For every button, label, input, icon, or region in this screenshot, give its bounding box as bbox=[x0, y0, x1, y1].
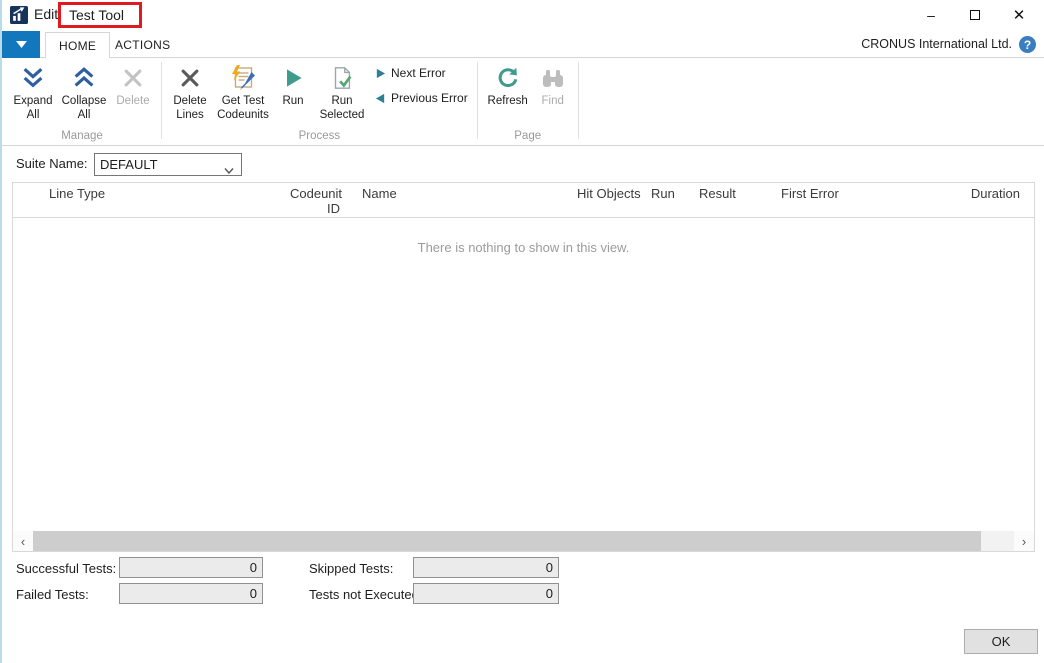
ribbon-separator bbox=[161, 62, 162, 139]
application-menu-button[interactable] bbox=[2, 31, 40, 58]
successful-tests-label: Successful Tests: bbox=[16, 561, 116, 576]
nav-app-icon bbox=[10, 6, 28, 24]
chevron-down-icon bbox=[16, 41, 27, 48]
tests-not-executed-label: Tests not Executed: bbox=[309, 587, 422, 602]
scrollbar-thumb[interactable] bbox=[33, 531, 981, 551]
chevron-down-icon bbox=[224, 162, 234, 177]
column-header-codeunit-id[interactable]: Codeunit ID bbox=[286, 187, 344, 217]
failed-tests-label: Failed Tests: bbox=[16, 587, 89, 602]
group-label-manage: Manage bbox=[8, 130, 156, 145]
close-icon: ✕ bbox=[1013, 6, 1026, 24]
ribbon-separator bbox=[477, 62, 478, 139]
column-header-result[interactable]: Result bbox=[695, 187, 777, 202]
delete-lines-button[interactable]: Delete Lines bbox=[167, 58, 213, 123]
test-tool-window: Edit Test Tool – ✕ HOME ACTIONS CRONUS I… bbox=[0, 0, 1044, 663]
skipped-tests-label: Skipped Tests: bbox=[309, 561, 393, 576]
delete-icon bbox=[121, 62, 145, 94]
maximize-icon bbox=[970, 10, 980, 20]
delete-lines-icon bbox=[178, 62, 202, 94]
column-header-line-type[interactable]: Line Type bbox=[41, 187, 286, 202]
next-error-button[interactable]: Next Error bbox=[375, 66, 468, 80]
expand-all-icon bbox=[20, 62, 46, 94]
column-header-duration[interactable]: Duration bbox=[949, 187, 1034, 202]
collapse-all-icon bbox=[71, 62, 97, 94]
tab-actions[interactable]: ACTIONS bbox=[102, 32, 183, 58]
group-label-page: Page bbox=[483, 130, 573, 145]
expand-all-button[interactable]: Expand All bbox=[8, 58, 58, 123]
summary-panel: Successful Tests: 0 Skipped Tests: 0 Fai… bbox=[2, 552, 1044, 663]
title-bar: Edit Test Tool – ✕ bbox=[2, 0, 1044, 30]
ribbon-separator bbox=[578, 62, 579, 139]
ribbon-tab-strip: HOME ACTIONS CRONUS International Ltd. ? bbox=[2, 30, 1044, 58]
ribbon-group-manage: Expand All Collapse All Delete Manage bbox=[8, 58, 156, 145]
find-icon bbox=[541, 62, 565, 94]
empty-view-message: There is nothing to show in this view. bbox=[13, 240, 1034, 255]
help-icon[interactable]: ? bbox=[1019, 36, 1036, 53]
collapse-all-button[interactable]: Collapse All bbox=[58, 58, 110, 123]
failed-tests-field: 0 bbox=[119, 583, 263, 604]
edit-mode-label: Edit bbox=[34, 6, 58, 22]
scroll-left-icon: ‹ bbox=[21, 534, 25, 549]
column-header-hit-objects[interactable]: Hit Objects bbox=[573, 187, 649, 202]
highlight-box: Test Tool bbox=[58, 2, 142, 28]
refresh-button[interactable]: Refresh bbox=[483, 58, 533, 108]
run-icon bbox=[281, 62, 305, 94]
test-lines-grid: Line Type Codeunit ID Name Hit Objects R… bbox=[12, 182, 1035, 552]
suite-name-label: Suite Name: bbox=[16, 156, 88, 171]
previous-error-icon bbox=[375, 93, 386, 104]
ok-button[interactable]: OK bbox=[964, 629, 1038, 654]
grid-header-row: Line Type Codeunit ID Name Hit Objects R… bbox=[13, 183, 1034, 218]
column-header-run[interactable]: Run bbox=[649, 187, 695, 202]
scroll-right-icon: › bbox=[1022, 534, 1026, 549]
page-title: Test Tool bbox=[69, 7, 124, 23]
scrollbar-track[interactable] bbox=[981, 531, 1014, 551]
ribbon: Expand All Collapse All Delete Manage bbox=[2, 58, 1044, 146]
get-test-codeunits-icon bbox=[229, 62, 257, 94]
tests-not-executed-field: 0 bbox=[413, 583, 559, 604]
skipped-tests-field: 0 bbox=[413, 557, 559, 578]
column-header-first-error[interactable]: First Error bbox=[777, 187, 949, 202]
grid-body: There is nothing to show in this view. bbox=[13, 218, 1034, 531]
column-header-name[interactable]: Name bbox=[358, 187, 573, 202]
refresh-icon bbox=[495, 62, 521, 94]
successful-tests-field: 0 bbox=[119, 557, 263, 578]
scroll-right-arrow[interactable]: › bbox=[1014, 531, 1034, 551]
delete-button: Delete bbox=[110, 58, 156, 108]
suite-name-row: Suite Name: DEFAULT bbox=[2, 146, 1044, 182]
scroll-left-arrow[interactable]: ‹ bbox=[13, 531, 33, 551]
group-label-process: Process bbox=[167, 130, 472, 145]
run-button[interactable]: Run bbox=[273, 58, 313, 108]
run-selected-button[interactable]: Run Selected bbox=[313, 58, 371, 123]
get-test-codeunits-button[interactable]: Get Test Codeunits bbox=[213, 58, 273, 123]
run-selected-icon bbox=[329, 62, 355, 94]
next-error-icon bbox=[375, 68, 386, 79]
minimize-icon: – bbox=[927, 7, 935, 23]
close-button[interactable]: ✕ bbox=[1002, 0, 1036, 30]
company-name: CRONUS International Ltd. bbox=[861, 37, 1012, 51]
ribbon-group-page: Refresh Find Page bbox=[483, 58, 573, 145]
previous-error-button[interactable]: Previous Error bbox=[375, 91, 468, 105]
find-button: Find bbox=[533, 58, 573, 108]
ribbon-group-process: Delete Lines Get Test Codeunits Run bbox=[167, 58, 472, 145]
horizontal-scrollbar[interactable]: ‹ › bbox=[13, 531, 1034, 551]
minimize-button[interactable]: – bbox=[914, 0, 948, 30]
maximize-button[interactable] bbox=[958, 0, 992, 30]
error-nav-buttons: Next Error Previous Error bbox=[371, 58, 472, 105]
suite-name-value: DEFAULT bbox=[100, 157, 158, 172]
tab-home[interactable]: HOME bbox=[45, 32, 110, 58]
suite-name-select[interactable]: DEFAULT bbox=[94, 153, 242, 176]
